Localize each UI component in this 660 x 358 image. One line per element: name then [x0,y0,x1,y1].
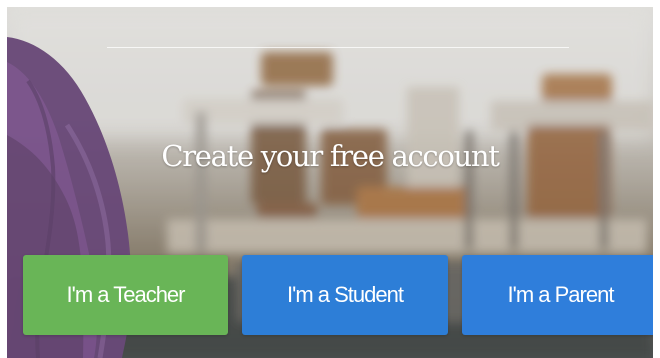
header-divider [107,47,569,48]
page-title: Create your free account [161,139,500,173]
role-selection-buttons: I'm a Teacher I'm a Student I'm a Parent [23,255,653,335]
parent-signup-button[interactable]: I'm a Parent [462,255,653,335]
teacher-signup-button[interactable]: I'm a Teacher [23,255,228,335]
student-signup-button[interactable]: I'm a Student [242,255,448,335]
signup-hero: Create your free account I'm a Teacher I… [7,7,653,358]
